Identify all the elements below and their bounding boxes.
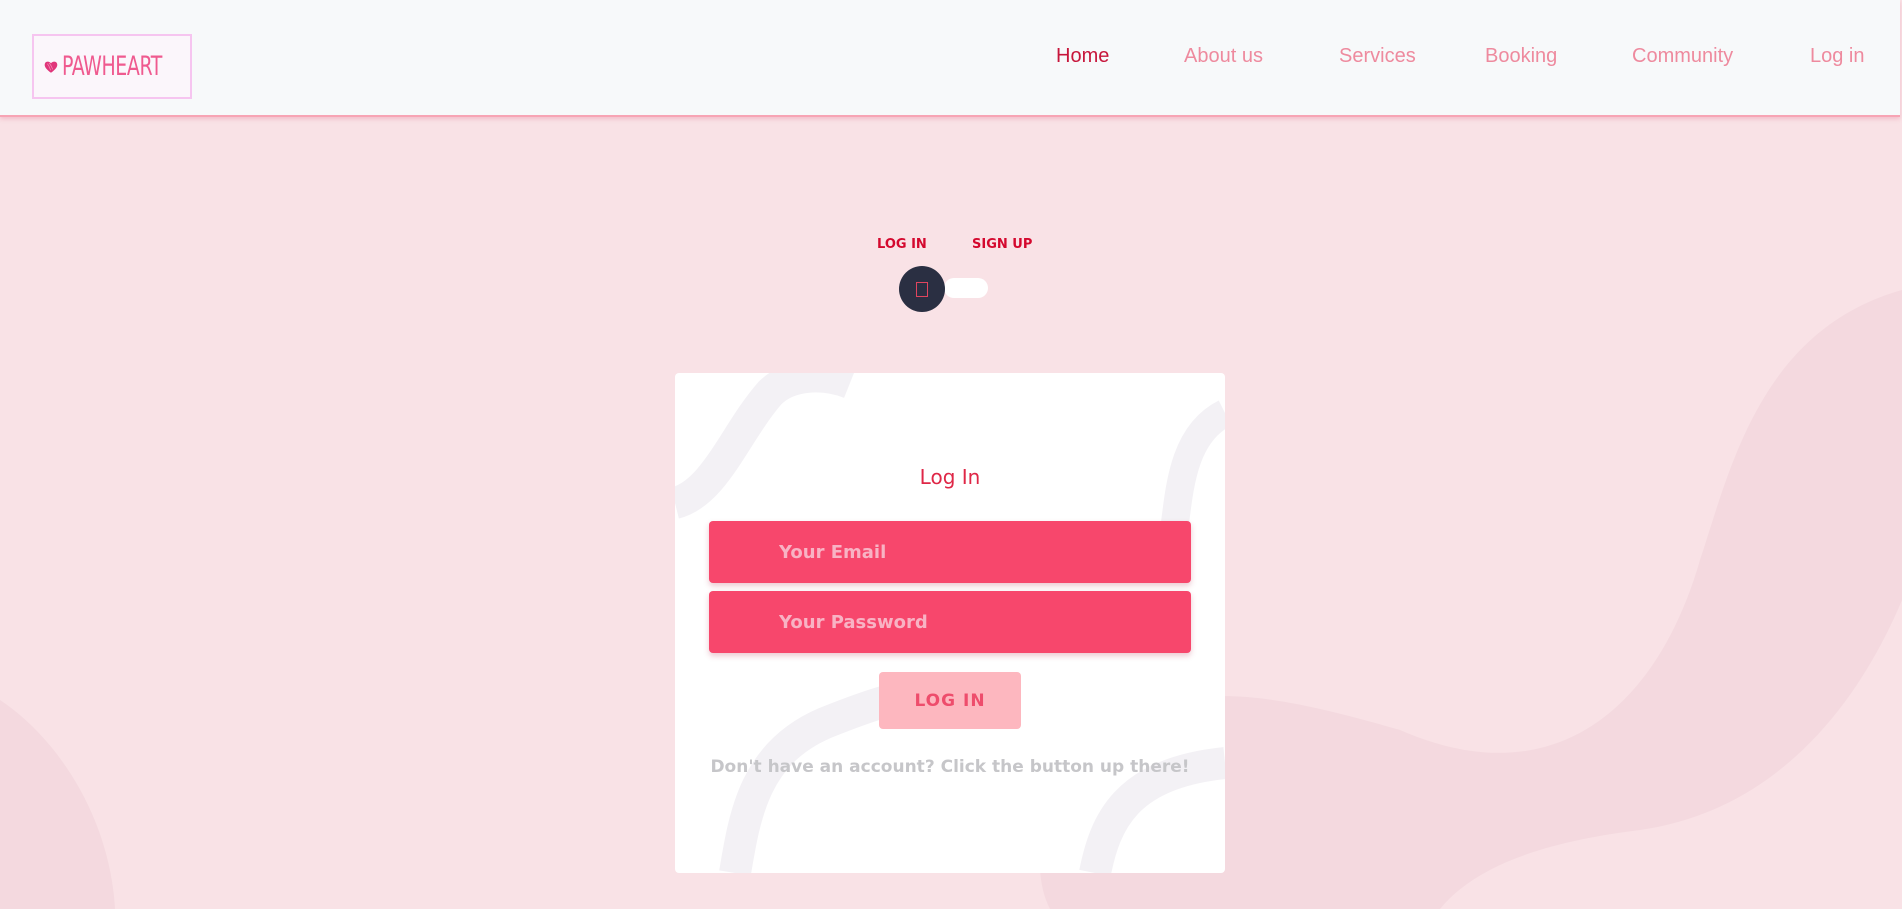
nav-booking[interactable]: Booking — [1485, 45, 1557, 68]
site-logo[interactable]: PAWHEART — [32, 34, 192, 99]
toggle-label-login[interactable]: LOG IN — [877, 237, 927, 252]
email-input[interactable] — [709, 521, 1191, 583]
login-submit-button[interactable]: LOG IN — [879, 672, 1021, 729]
nav-services[interactable]: Services — [1339, 45, 1416, 68]
switch-knob-icon — [916, 281, 928, 297]
password-input[interactable] — [709, 591, 1191, 653]
email-field-wrapper — [709, 521, 1191, 583]
nav-home[interactable]: Home — [1056, 45, 1109, 68]
signup-hint-text: Don't have an account? Click the button … — [710, 757, 1190, 777]
nav-community[interactable]: Community — [1632, 45, 1733, 68]
login-title: Log In — [919, 465, 981, 489]
nav-about-us[interactable]: About us — [1184, 45, 1263, 68]
toggle-label-signup[interactable]: SIGN UP — [972, 237, 1032, 252]
auth-mode-switch-track[interactable] — [944, 278, 988, 298]
nav-log-in[interactable]: Log in — [1810, 45, 1865, 68]
auth-mode-switch-knob[interactable] — [899, 266, 945, 312]
login-card: Log In LOG IN Don't have an account? Cli… — [675, 373, 1225, 873]
top-navbar: PAWHEART Home About us Services Booking … — [0, 0, 1900, 117]
heart-logo-icon — [44, 61, 58, 73]
logo-text: PAWHEART — [61, 51, 162, 82]
password-field-wrapper — [709, 591, 1191, 653]
